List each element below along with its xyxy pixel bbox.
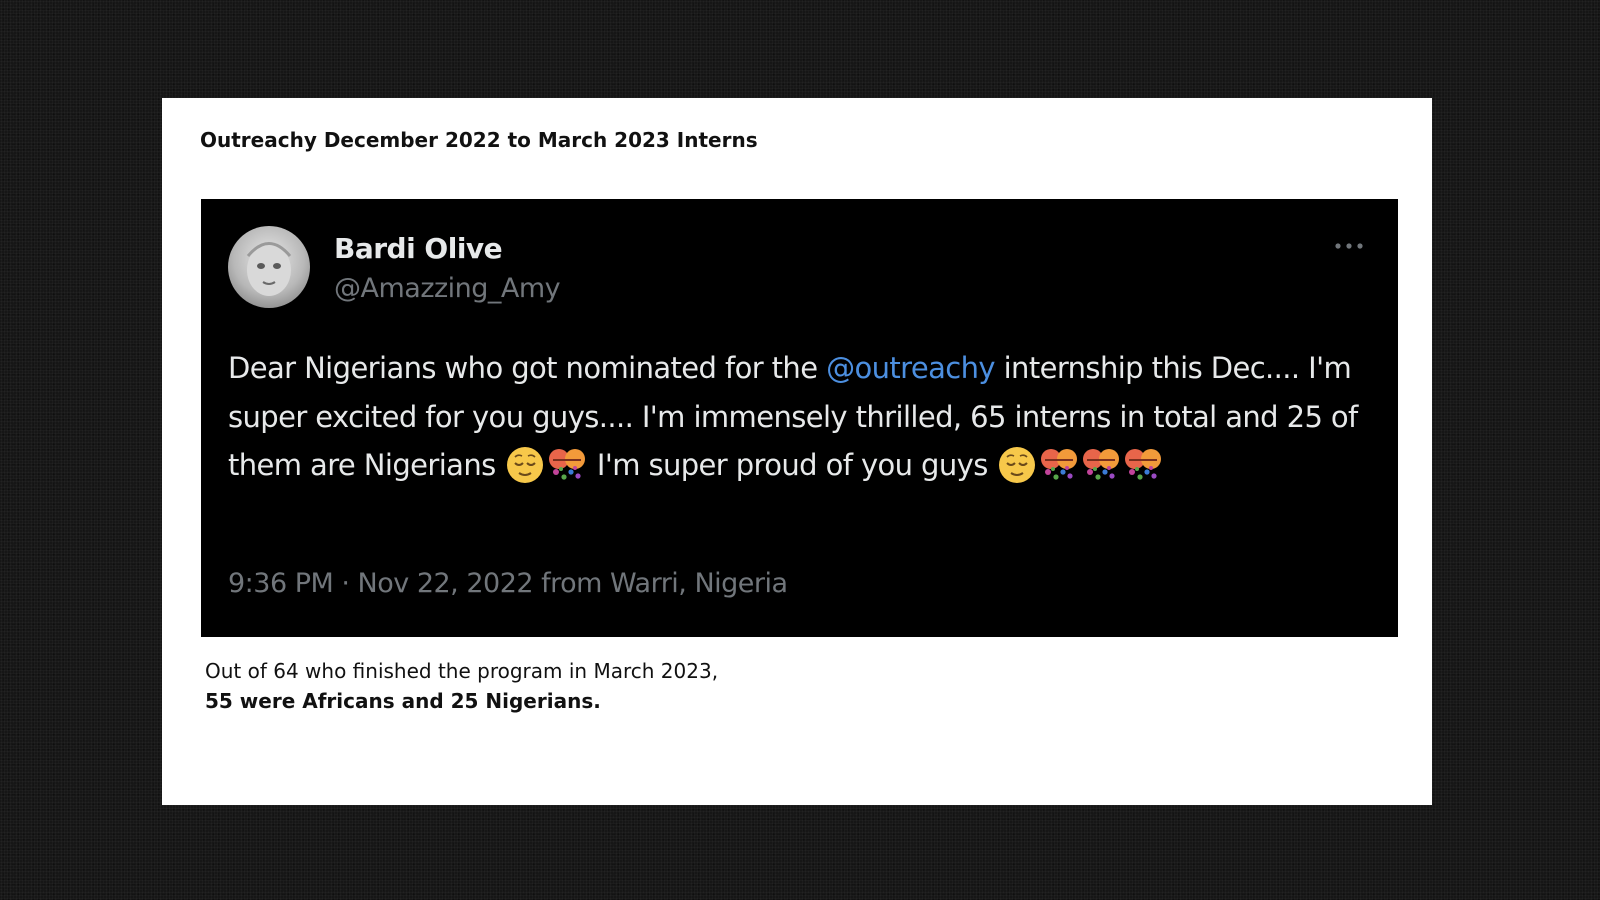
relieved-face-icon [997, 444, 1037, 484]
caption-line: Out of 64 who finished the program in Ma… [205, 659, 719, 683]
caption-line-bold: 55 were Africans and 25 Nigerians. [205, 689, 601, 713]
author-handle[interactable]: @Amazzing_Amy [334, 273, 561, 304]
relieved-face-icon [505, 444, 545, 484]
tweet-text-part: I'm super proud of you guys [588, 448, 997, 482]
tweet-text-part: Dear Nigerians who got nominated for the [228, 351, 827, 385]
slide-title: Outreachy December 2022 to March 2023 In… [200, 128, 758, 152]
confetti-icon [1123, 444, 1163, 484]
tweet-embed[interactable]: Bardi Olive @Amazzing_Amy Dear Nigerians… [201, 199, 1398, 637]
slide-card: Outreachy December 2022 to March 2023 In… [162, 98, 1432, 805]
tweet-timestamp[interactable]: 9:36 PM · Nov 22, 2022 from Warri, Niger… [228, 568, 788, 599]
confetti-icon [547, 444, 587, 484]
confetti-icon [1039, 444, 1079, 484]
caption: Out of 64 who finished the program in Ma… [205, 656, 718, 716]
confetti-icon [1081, 444, 1121, 484]
more-options-icon[interactable] [1334, 236, 1364, 256]
avatar[interactable] [228, 226, 310, 308]
author-name[interactable]: Bardi Olive [334, 232, 503, 265]
tweet-text: Dear Nigerians who got nominated for the… [228, 344, 1378, 490]
mention-link[interactable]: @outreachy [826, 351, 995, 385]
